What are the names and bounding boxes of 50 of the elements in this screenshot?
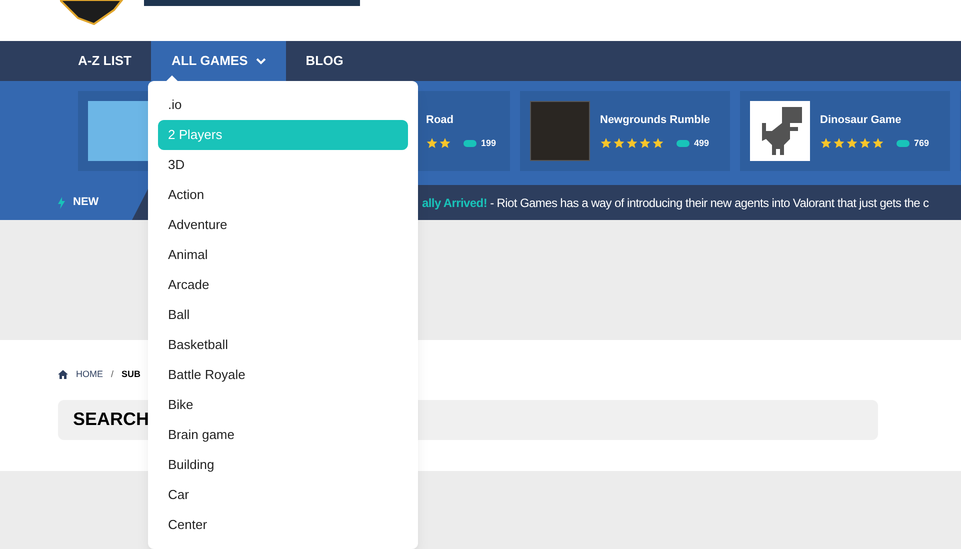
home-icon — [58, 370, 68, 380]
menu-item[interactable]: Car — [158, 480, 408, 510]
star-icon — [439, 137, 451, 150]
breadcrumb-link[interactable]: SUB — [122, 368, 141, 382]
menu-item[interactable]: .io — [158, 90, 408, 120]
game-card[interactable]: Newgrounds Rumble 499 — [520, 91, 730, 171]
nav-tab[interactable]: BLOG — [286, 41, 364, 81]
breadcrumb-separator: / — [111, 368, 114, 381]
menu-item[interactable]: Arcade — [158, 270, 408, 300]
star-icon — [600, 137, 612, 150]
menu-item[interactable]: Bike — [158, 390, 408, 420]
game-card[interactable]: Dinosaur Game 769 — [740, 91, 950, 171]
dinosaur-drawing — [750, 101, 810, 161]
game-thumbnail — [530, 101, 590, 161]
photo-placeholder — [88, 101, 148, 161]
news-ticker-text: ally Arrived! - Riot Games has a way of introducing their new agents into Valorant that just gets the c — [422, 194, 929, 212]
star-icon — [833, 137, 845, 150]
nav-tab[interactable]: ALL GAMES — [151, 41, 286, 81]
menu-item[interactable]: Adventure — [158, 210, 408, 240]
star-icon — [626, 137, 638, 150]
menu-item[interactable]: Battle Royale — [158, 360, 408, 390]
gamepad-icon — [896, 138, 910, 148]
game-title: Dinosaur Game — [820, 113, 902, 128]
star-icon — [426, 137, 438, 150]
game-title: Newgrounds Rumble — [600, 113, 710, 128]
menu-item[interactable]: Action — [158, 180, 408, 210]
star-icon — [846, 137, 858, 150]
star-icon — [639, 137, 651, 150]
star-icon — [613, 137, 625, 150]
play-count: 199 — [481, 136, 496, 150]
menu-item[interactable]: 3D — [158, 150, 408, 180]
menu-item[interactable]: Brain game — [158, 420, 408, 450]
menu-item[interactable]: Building — [158, 450, 408, 480]
play-count: 769 — [914, 136, 930, 150]
nav-tab[interactable]: A-Z LIST — [58, 41, 152, 81]
gamepad-icon — [676, 138, 690, 148]
star-icon — [872, 137, 884, 150]
star-icon — [859, 137, 871, 150]
breadcrumb-link[interactable]: HOME — [76, 368, 103, 382]
game-title: Road — [426, 113, 454, 128]
menu-item[interactable]: Basketball — [158, 330, 408, 360]
menu-item[interactable]: Center — [158, 510, 408, 540]
star-icon — [652, 137, 664, 150]
star-icon — [820, 137, 832, 150]
gamepad-icon — [463, 138, 477, 148]
news-label: NEW — [0, 185, 150, 220]
lightning-icon — [58, 196, 65, 208]
menu-item[interactable]: Ball — [158, 300, 408, 330]
play-count: 499 — [694, 136, 710, 150]
menu-item[interactable]: Animal — [158, 240, 408, 270]
